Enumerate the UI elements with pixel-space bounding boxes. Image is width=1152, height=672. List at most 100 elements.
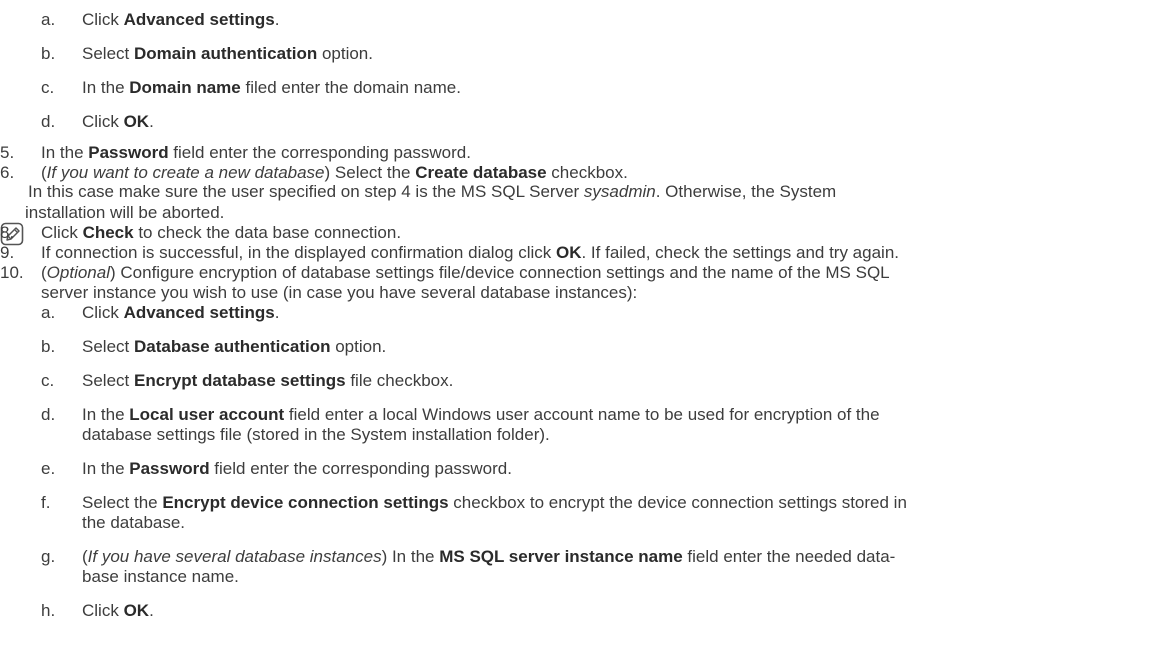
text-run: checkbox to encrypt the device connectio…: [448, 493, 907, 512]
text-run: field enter a local Windows user account…: [284, 405, 880, 424]
text-run: Select: [82, 371, 134, 390]
text-run: field enter the corresponding password.: [209, 459, 512, 478]
ui-term: OK: [555, 243, 582, 262]
emphasis-text: If you want to create a new database: [46, 163, 325, 182]
text-run: In the: [82, 78, 130, 97]
text-run: Click: [41, 223, 83, 242]
text-run: ) Select the: [324, 163, 416, 182]
step-label: d.: [41, 405, 56, 424]
text-run: Click: [82, 601, 124, 620]
text-run: installation will be aborted.: [25, 203, 225, 222]
text-run: .: [274, 303, 280, 322]
step-text: Select Domain authentication option.: [82, 44, 373, 64]
text-run: filed enter the domain name.: [240, 78, 461, 97]
ui-term: Encrypt device connection settings: [162, 493, 449, 512]
text-run: Select: [82, 337, 134, 356]
text-run: field enter the corresponding password.: [168, 143, 471, 162]
ui-term: MS SQL server instance name: [439, 547, 683, 566]
text-run: ) Configure encryption of database setti…: [110, 263, 890, 282]
emphasis-text: sysadmin: [583, 182, 656, 201]
step-label: 9.: [0, 243, 15, 262]
text-run: option.: [330, 337, 387, 356]
step-text: database settings file (stored in the Sy…: [82, 425, 550, 445]
step-text: In this case make sure the user specifie…: [28, 182, 836, 202]
step-label: 10.: [0, 263, 24, 282]
emphasis-text: Optional: [46, 263, 110, 282]
step-text: the database.: [82, 513, 185, 533]
step-text: In the Domain name filed enter the domai…: [82, 78, 461, 98]
step-label: g.: [41, 547, 56, 566]
ui-term: OK: [123, 601, 150, 620]
step-text: Select the Encrypt device connection set…: [82, 493, 907, 513]
step-label: 5.: [0, 143, 15, 162]
step-label: c.: [41, 371, 55, 390]
ui-term: Local user account: [129, 405, 285, 424]
step-text: Select Encrypt database settings file ch…: [82, 371, 453, 391]
ui-term: Advanced settings: [123, 303, 275, 322]
text-run: Click: [82, 303, 124, 322]
step-text: (If you want to create a new database) S…: [41, 163, 628, 183]
step-label: b.: [41, 337, 56, 356]
step-label: 6.: [0, 163, 15, 182]
ui-term: Database authentication: [133, 337, 331, 356]
text-run: If connection is successful, in the disp…: [41, 243, 556, 262]
text-run: .: [149, 601, 154, 620]
text-run: ) In the: [381, 547, 440, 566]
step-label: 8.: [0, 223, 15, 242]
text-run: field enter the needed data-: [682, 547, 896, 566]
text-run: . If failed, check the settings and try …: [581, 243, 899, 262]
emphasis-text: If you have several database instances: [87, 547, 382, 566]
step-text: (Optional) Configure encryption of datab…: [41, 263, 890, 283]
step-text: In the Local user account field enter a …: [82, 405, 880, 425]
ui-term: Encrypt database settings: [133, 371, 346, 390]
text-run: In this case make sure the user specifie…: [28, 182, 584, 201]
ui-term: Check: [82, 223, 134, 242]
step-label: c.: [41, 78, 55, 97]
step-text: Click OK.: [82, 112, 154, 132]
text-run: checkbox.: [546, 163, 628, 182]
step-text: If connection is successful, in the disp…: [41, 243, 899, 263]
step-text: (If you have several database instances)…: [82, 547, 895, 567]
ui-term: Domain authentication: [133, 44, 318, 63]
step-label: h.: [41, 601, 56, 620]
text-run: In the: [82, 405, 130, 424]
text-run: In the: [82, 459, 130, 478]
step-label: e.: [41, 459, 56, 478]
step-text: Click OK.: [82, 601, 154, 621]
text-run: .: [274, 10, 280, 29]
ui-term: Domain name: [129, 78, 241, 97]
text-run: Select the: [82, 493, 163, 512]
text-run: Click: [82, 10, 124, 29]
text-run: to check the data base connection.: [133, 223, 402, 242]
step-text: base instance name.: [82, 567, 239, 587]
text-run: server instance you wish to use (in case…: [41, 283, 638, 302]
text-run: .: [149, 112, 154, 131]
step-label: d.: [41, 112, 56, 131]
ui-term: Password: [88, 143, 169, 162]
step-text: Click Advanced settings.: [82, 10, 279, 30]
step-text: In the Password field enter the correspo…: [41, 143, 471, 163]
step-text: server instance you wish to use (in case…: [41, 283, 637, 303]
step-text: installation will be aborted.: [25, 203, 224, 223]
ui-term: OK: [123, 112, 150, 131]
ui-term: Advanced settings: [123, 10, 275, 29]
text-run: file checkbox.: [345, 371, 454, 390]
text-run: Click: [82, 112, 124, 131]
step-label: b.: [41, 44, 56, 63]
text-run: . Otherwise, the System: [655, 182, 837, 201]
step-text: Click Check to check the data base conne…: [41, 223, 401, 243]
step-text: Click Advanced settings.: [82, 303, 279, 323]
ui-term: Password: [129, 459, 210, 478]
ui-term: Create database: [415, 163, 547, 182]
text-run: base instance name.: [82, 567, 239, 586]
step-label: a.: [41, 303, 56, 322]
text-run: Select: [82, 44, 134, 63]
step-text: Select Database authentication option.: [82, 337, 386, 357]
text-run: database settings file (stored in the Sy…: [82, 425, 550, 444]
step-label: a.: [41, 10, 56, 29]
text-run: In the: [41, 143, 89, 162]
step-label: f.: [41, 493, 51, 512]
text-run: option.: [317, 44, 373, 63]
text-run: the database.: [82, 513, 186, 532]
step-text: In the Password field enter the correspo…: [82, 459, 512, 479]
